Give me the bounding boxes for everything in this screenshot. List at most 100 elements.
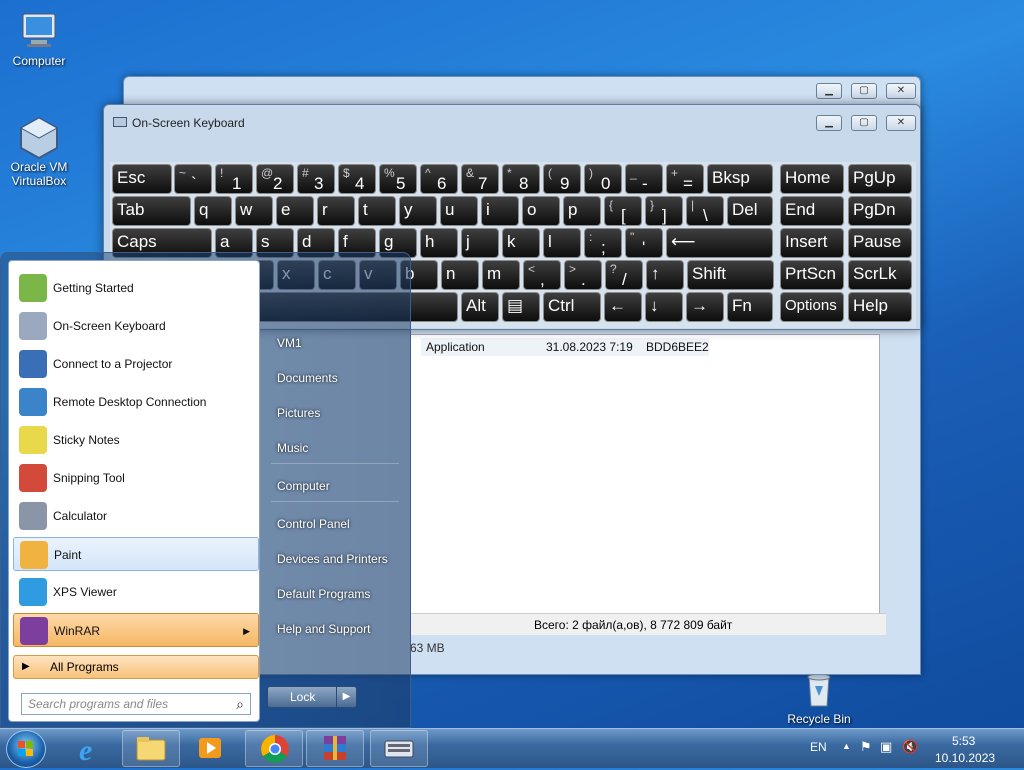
key-⟵[interactable]: ⟵ <box>666 228 773 258</box>
start-item-snipping-tool[interactable]: Snipping Tool <box>13 461 259 495</box>
start-place-help-and-support[interactable]: Help and Support <box>267 615 403 643</box>
key-w[interactable]: w <box>235 196 273 226</box>
search-input[interactable]: Search programs and files ⌕ <box>21 693 251 715</box>
key-6[interactable]: ^ 6 <box>420 164 458 194</box>
key-fn[interactable]: Fn <box>727 292 773 322</box>
start-menu[interactable]: Getting Started On-Screen Keyboard Connect… <box>0 252 411 728</box>
taskbar-winrar[interactable] <box>306 730 364 767</box>
key-;[interactable]: :; <box>584 228 622 258</box>
volume-icon[interactable]: 🔇 <box>902 739 918 755</box>
key-↓[interactable]: ↓ <box>645 292 683 322</box>
key-alt[interactable]: Alt <box>461 292 499 322</box>
search-icon[interactable]: ⌕ <box>236 694 244 714</box>
key-esc[interactable]: Esc <box>112 164 172 194</box>
language-indicator[interactable]: EN <box>810 740 827 754</box>
key-pgdn[interactable]: PgDn <box>848 196 912 226</box>
key-ctrl[interactable]: Ctrl <box>543 292 601 322</box>
taskbar-chrome[interactable] <box>245 730 303 767</box>
key-][interactable]: }] <box>645 196 683 226</box>
taskbar-internet-explorer[interactable]: e <box>62 730 120 767</box>
key-5[interactable]: % 5 <box>379 164 417 194</box>
key-.[interactable]: >. <box>564 260 602 290</box>
key-←[interactable]: ← <box>604 292 642 322</box>
start-item-xps-viewer[interactable]: XPS Viewer <box>13 575 259 609</box>
minimize-button[interactable]: ▁ <box>816 115 842 131</box>
start-place-vm1[interactable]: VM1 <box>267 329 403 357</box>
key-e[interactable]: e <box>276 196 314 226</box>
taskbar-explorer[interactable] <box>122 730 180 767</box>
key-bksp[interactable]: Bksp <box>707 164 773 194</box>
key-t[interactable]: t <box>358 196 396 226</box>
maximize-button[interactable]: ▢ <box>851 83 877 99</box>
key-o[interactable]: o <box>522 196 560 226</box>
taskbar-media-player[interactable] <box>183 730 241 767</box>
minimize-button[interactable]: ▁ <box>816 83 842 99</box>
key-2[interactable]: @2 <box>256 164 294 194</box>
start-place-default-programs[interactable]: Default Programs <box>267 580 403 608</box>
start-place-music[interactable]: Music <box>267 434 403 462</box>
key-shift[interactable]: Shift <box>687 260 774 290</box>
key-q[interactable]: q <box>194 196 232 226</box>
key-'[interactable]: " ' <box>625 228 663 258</box>
key-/[interactable]: ? / <box>605 260 643 290</box>
key-help[interactable]: Help <box>848 292 912 322</box>
key-m[interactable]: m <box>482 260 520 290</box>
key-end[interactable]: End <box>780 196 844 226</box>
key-p[interactable]: p <box>563 196 601 226</box>
maximize-button[interactable]: ▢ <box>851 115 877 131</box>
key-=[interactable]: + = <box>666 164 704 194</box>
start-item-calculator[interactable]: Calculator <box>13 499 259 533</box>
file-row[interactable]: Application 31.08.2023 7:19 BDD6BEE2 <box>421 338 709 356</box>
start-item-sticky-notes[interactable]: Sticky Notes <box>13 423 259 457</box>
key-y[interactable]: y <box>399 196 437 226</box>
key-del[interactable]: Del <box>727 196 773 226</box>
key-0[interactable]: ) 0 <box>584 164 622 194</box>
key-↑[interactable]: ↑ <box>646 260 684 290</box>
key-scrlk[interactable]: ScrLk <box>848 260 912 290</box>
desktop-icon-virtualbox[interactable]: Oracle VM VirtualBox <box>1 116 77 188</box>
key-9[interactable]: (9 <box>543 164 581 194</box>
key-pgup[interactable]: PgUp <box>848 164 912 194</box>
key-4[interactable]: $4 <box>338 164 376 194</box>
key-home[interactable]: Home <box>780 164 844 194</box>
close-button[interactable]: ✕ <box>886 115 916 131</box>
network-icon[interactable]: ▣ <box>880 739 892 755</box>
lock-button[interactable]: Lock ▶ <box>267 686 357 708</box>
start-place-control-panel[interactable]: Control Panel <box>267 510 403 538</box>
start-item-connect-to-a-projector[interactable]: Connect to a Projector <box>13 347 259 381</box>
key-k[interactable]: k <box>502 228 540 258</box>
desktop-icon-recycle-bin[interactable]: Recycle Bin <box>781 672 857 726</box>
key-n[interactable]: n <box>441 260 479 290</box>
key-[[interactable]: {[ <box>604 196 642 226</box>
start-place-devices-and-printers[interactable]: Devices and Printers <box>267 545 403 573</box>
close-button[interactable]: ✕ <box>886 83 916 99</box>
key-,[interactable]: <, <box>523 260 561 290</box>
key-pause[interactable]: Pause <box>848 228 912 258</box>
show-hidden-icons-icon[interactable]: ▲ <box>842 741 851 751</box>
start-item-remote-desktop-connection[interactable]: Remote Desktop Connection <box>13 385 259 419</box>
clock-date[interactable]: 10.10.2023 <box>935 751 995 765</box>
file-list[interactable]: Application 31.08.2023 7:19 BDD6BEE2 <box>410 334 880 620</box>
start-place-documents[interactable]: Documents <box>267 364 403 392</box>
key-7[interactable]: & 7 <box>461 164 499 194</box>
key-8[interactable]: * 8 <box>502 164 540 194</box>
key-→[interactable]: → <box>686 292 724 322</box>
key-3[interactable]: #3 <box>297 164 335 194</box>
key-tab[interactable]: Tab <box>112 196 191 226</box>
key-h[interactable]: h <box>420 228 458 258</box>
start-item-on-screen-keyboard[interactable]: On-Screen Keyboard <box>13 309 259 343</box>
key-`[interactable]: ~ ` <box>174 164 212 194</box>
key-\[interactable]: | \ <box>686 196 724 226</box>
action-center-icon[interactable]: ⚑ <box>860 739 872 755</box>
key-l[interactable]: l <box>543 228 581 258</box>
start-place-pictures[interactable]: Pictures <box>267 399 403 427</box>
key-insert[interactable]: Insert <box>780 228 844 258</box>
start-item-paint[interactable]: Paint <box>13 537 259 571</box>
key-▤[interactable]: ▤ <box>502 292 540 322</box>
desktop-icon-computer[interactable]: Computer <box>1 10 77 68</box>
start-button[interactable] <box>6 730 46 768</box>
key-r[interactable]: r <box>317 196 355 226</box>
key-j[interactable]: j <box>461 228 499 258</box>
start-place-computer[interactable]: Computer <box>267 472 403 500</box>
start-item-winrar[interactable]: WinRAR ▶ <box>13 613 259 647</box>
